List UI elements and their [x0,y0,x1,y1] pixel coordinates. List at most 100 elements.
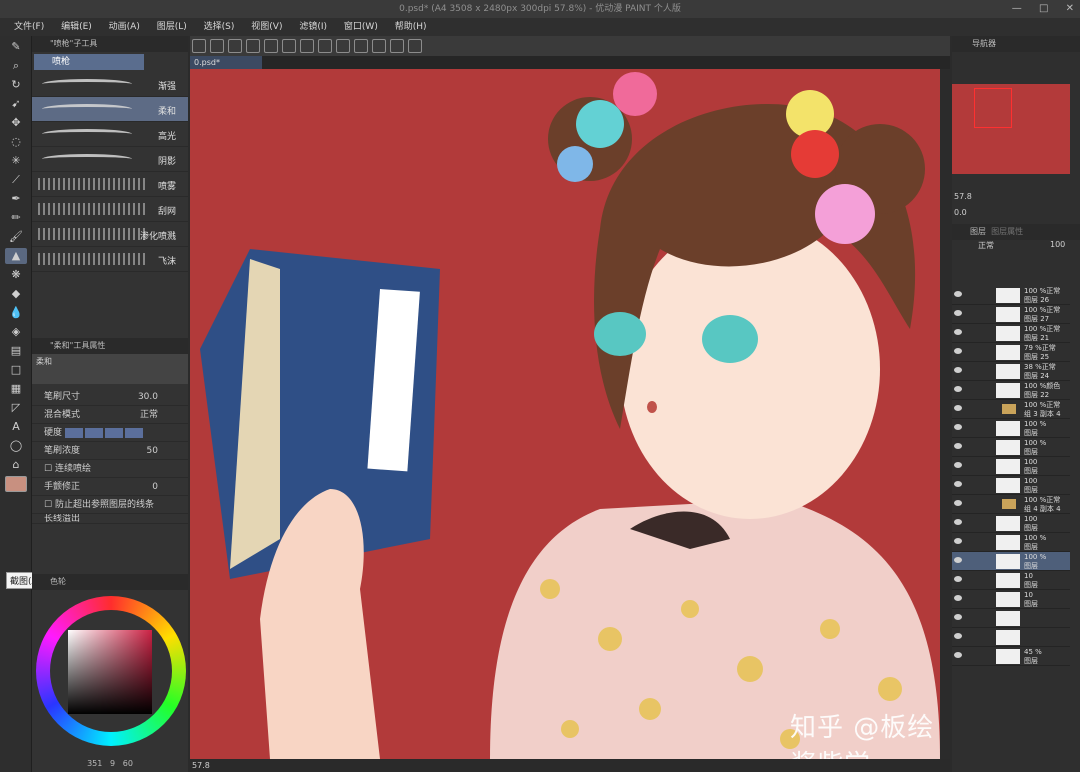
brush-item[interactable]: 柔和 [32,97,188,122]
eye-icon[interactable] [954,291,962,297]
eye-icon[interactable] [954,405,962,411]
correct-line-icon[interactable]: ⌂ [5,457,27,473]
stabilize-row[interactable]: 手颤修正 0 [32,478,188,496]
pencil-icon[interactable]: ✏ [5,210,27,226]
eye-icon[interactable] [954,348,962,354]
magic-wand-icon[interactable]: ✳ [5,153,27,169]
help-icon[interactable] [408,39,422,53]
transform-icon[interactable] [318,39,332,53]
gradient-icon[interactable]: ▤ [5,343,27,359]
text-icon[interactable]: A [5,419,27,435]
save-icon[interactable] [228,39,242,53]
layer-item[interactable]: 100 % 图层 [952,438,1070,457]
pen-tool-icon[interactable]: ✒ [5,191,27,207]
layer-item[interactable]: 10 图层 [952,590,1070,609]
zoom-icon[interactable]: ⌕ [5,58,27,74]
decoration-icon[interactable]: ❋ [5,267,27,283]
blend-mode-value[interactable]: 正常 [140,406,158,424]
brush-item[interactable]: 喷雾 [32,172,188,197]
object-icon[interactable]: ➹ [5,96,27,112]
layer-item[interactable]: 100 %正常 图层 21 [952,324,1070,343]
continuous-row[interactable]: ☐ 连续喷绘 [32,460,188,478]
menu-select[interactable]: 选择(S) [204,22,235,32]
hardness-swatch[interactable] [84,427,103,438]
eye-icon[interactable] [954,386,962,392]
navigator-tab[interactable]: 导航器 [972,39,996,48]
brush-item[interactable]: 高光 [32,122,188,147]
layer-item[interactable]: 100 % 图层 [952,552,1070,571]
saturation-value-box[interactable] [68,630,152,714]
minimize-button[interactable]: — [1012,3,1022,14]
menu-window[interactable]: 窗口(W) [344,22,378,32]
eye-icon[interactable] [954,481,962,487]
density-value[interactable]: 50 [147,442,158,460]
open-file-icon[interactable] [210,39,224,53]
menu-view[interactable]: 视图(V) [251,22,282,32]
eye-icon[interactable] [954,595,962,601]
eye-icon[interactable] [954,329,962,335]
subtool-group-airbrush[interactable]: 喷枪 [34,54,144,70]
layer-item[interactable] [952,628,1070,647]
eye-icon[interactable] [954,614,962,620]
navigator-preview[interactable] [952,84,1070,174]
blend-icon[interactable]: 💧 [5,305,27,321]
clear-icon[interactable] [336,39,350,53]
new-file-icon[interactable] [192,39,206,53]
navigator-viewport[interactable] [974,88,1012,128]
frame-icon[interactable]: ▦ [5,381,27,397]
blend-mode-row[interactable]: 混合模式 正常 [32,406,188,424]
color-tab[interactable]: 色轮 [32,574,188,590]
figure-icon[interactable]: □ [5,362,27,378]
layer-item[interactable]: 100 %颜色 图层 22 [952,381,1070,400]
menu-animation[interactable]: 动画(A) [109,22,140,32]
hardness-swatch[interactable] [64,427,83,438]
layer-item[interactable]: 100 % 图层 [952,419,1070,438]
layer-item[interactable]: 100 图层 [952,514,1070,533]
layer-property-tab[interactable]: 图层属性 [991,227,1023,236]
density-row[interactable]: 笔刷浓度 50 [32,442,188,460]
eraser-icon[interactable]: ◆ [5,286,27,302]
layer-item[interactable]: 10 图层 [952,571,1070,590]
layer-item[interactable]: 45 % 图层 [952,647,1070,666]
main-color-icon[interactable] [5,476,27,492]
brush-item[interactable]: 阴影 [32,147,188,172]
hardness-swatch[interactable] [124,427,143,438]
hardness-row[interactable]: 硬度 [32,424,188,442]
document-tab[interactable]: 0.psd* [190,56,262,69]
brush-item[interactable]: 刮网 [32,197,188,222]
prevent-row[interactable]: ☐ 防止超出参照图层的线条 [32,496,188,514]
layer-item[interactable]: 100 图层 [952,476,1070,495]
menu-filter[interactable]: 滤镜(I) [299,22,327,32]
eye-icon[interactable] [954,538,962,544]
eye-icon[interactable] [954,652,962,658]
eye-icon[interactable] [954,367,962,373]
brush-item[interactable]: 飞沫 [32,247,188,272]
lasso-icon[interactable]: ◌ [5,134,27,150]
menu-file[interactable]: 文件(F) [14,22,44,32]
pen-icon[interactable]: ✎ [5,39,27,55]
eye-icon[interactable] [954,424,962,430]
menu-edit[interactable]: 编辑(E) [61,22,92,32]
eye-icon[interactable] [954,462,962,468]
eye-icon[interactable] [954,519,962,525]
deselect-icon[interactable] [354,39,368,53]
rotate-icon[interactable]: ↻ [5,77,27,93]
airbrush-icon[interactable]: ▲ [5,248,27,264]
eyedropper-icon[interactable]: ⟋ [5,172,27,188]
fill-icon[interactable] [300,39,314,53]
brush-item[interactable]: 渐强 [32,72,188,97]
layer-item[interactable]: 100 图层 [952,457,1070,476]
move-icon[interactable]: ✥ [5,115,27,131]
layer-item[interactable]: 79 %正常 图层 25 [952,343,1070,362]
redo-icon[interactable] [264,39,278,53]
layer-folder[interactable]: 100 %正常组 4 副本 4 [952,495,1070,514]
zoom-readout[interactable]: 57.8 [192,761,210,770]
brush-icon[interactable]: 🖌 [5,229,27,245]
navigator-zoom[interactable]: 57.8 [954,192,972,201]
menu-help[interactable]: 帮助(H) [395,22,427,32]
balloon-icon[interactable]: ◯ [5,438,27,454]
close-button[interactable]: ✕ [1066,3,1074,14]
brush-item[interactable]: 渗化喷溅 [32,222,188,247]
eye-icon[interactable] [954,500,962,506]
undo-icon[interactable] [246,39,260,53]
